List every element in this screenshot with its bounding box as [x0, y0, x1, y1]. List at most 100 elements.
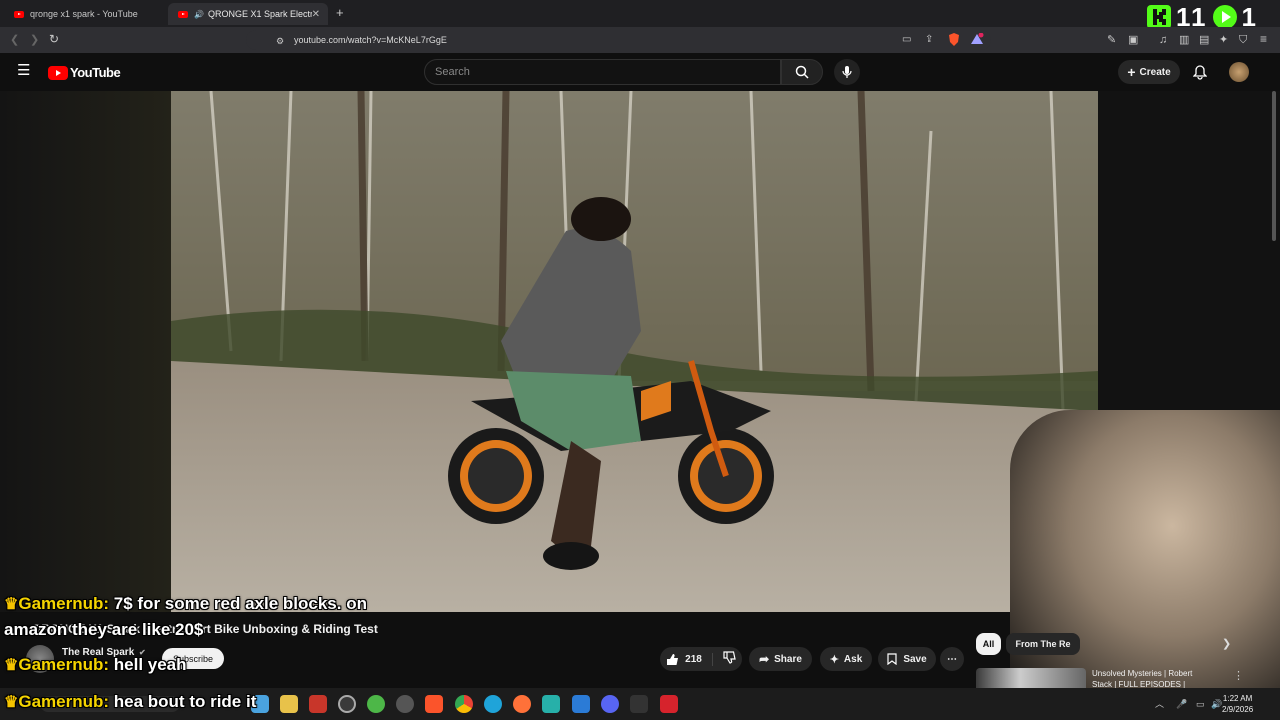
sidebar-icon[interactable]: ▥: [1179, 34, 1189, 46]
extensions-icon[interactable]: ✎: [1107, 34, 1116, 46]
chat-username: Gamernub:: [18, 655, 110, 674]
crown-icon: ♛: [4, 596, 19, 613]
brave-browser-icon[interactable]: [425, 695, 443, 713]
tab-title: QRONGE X1 Spark Electric Di: [207, 9, 312, 19]
search-placeholder: Search: [435, 66, 470, 78]
chat-message: ♛Gamernub: hea bout to ride it: [4, 692, 256, 712]
vpn-icon[interactable]: ⛉: [1239, 34, 1247, 46]
share-button[interactable]: ➦ Share: [749, 647, 812, 671]
like-dislike-group: 218: [660, 647, 742, 671]
media-icon[interactable]: ♫: [1159, 34, 1167, 46]
app-icon[interactable]: [630, 695, 648, 713]
browser-tab-2[interactable]: 🔊 QRONGE X1 Spark Electric Di ✕: [168, 3, 328, 25]
forward-icon[interactable]: ❯: [30, 34, 39, 46]
folder-icon[interactable]: [280, 695, 298, 713]
more-actions-button[interactable]: ⋯: [940, 647, 964, 671]
youtube-logo[interactable]: YouTube: [48, 65, 121, 80]
site-info-icon[interactable]: ⚙: [276, 35, 284, 47]
chat-message: ♛Gamernub: hell yeah: [4, 655, 187, 675]
chip-label: All: [982, 639, 995, 649]
like-button[interactable]: 218: [666, 652, 713, 666]
youtube-favicon-icon: [14, 10, 24, 18]
chip-from-channel[interactable]: From The Re: [1006, 633, 1080, 655]
sparkle-icon: ✦: [829, 653, 839, 666]
clock-app-icon[interactable]: [338, 695, 356, 713]
avatar[interactable]: [1229, 62, 1249, 82]
youtube-logo-text: YouTube: [70, 65, 121, 80]
voice-search-button[interactable]: [834, 59, 860, 85]
menu-icon[interactable]: ≡: [1260, 33, 1267, 45]
create-button[interactable]: + Create: [1118, 60, 1180, 84]
brave-shields-icon[interactable]: [948, 33, 960, 49]
ask-label: Ask: [843, 653, 863, 665]
chat-message: ♛Gamernub: 7$ for some red axle blocks. …: [4, 594, 367, 614]
share-page-icon[interactable]: ⇪: [925, 34, 933, 46]
plus-icon: +: [1127, 64, 1136, 80]
clock-time: 1:22 AM: [1222, 694, 1253, 703]
wallet-icon[interactable]: ▤: [1199, 34, 1209, 46]
screenshot-icon[interactable]: ▣: [1128, 34, 1138, 46]
video-frame: [171, 91, 1098, 612]
create-label: Create: [1139, 66, 1171, 78]
shield-app-icon[interactable]: [367, 695, 385, 713]
app-icon[interactable]: [542, 695, 560, 713]
display-icon[interactable]: ▭: [1196, 698, 1205, 710]
back-icon[interactable]: ❮: [10, 34, 19, 46]
browser-tab-1[interactable]: qronge x1 spark - YouTube: [4, 3, 164, 25]
vscode-icon[interactable]: [572, 695, 590, 713]
recommended-thumbnail[interactable]: [976, 668, 1086, 688]
brave-rewards-icon[interactable]: [970, 32, 984, 48]
tray-chevron-icon[interactable]: ︿: [1155, 698, 1164, 710]
url-text: youtube.com/watch?v=McKNeL7rGgE: [294, 35, 447, 45]
app-icon[interactable]: [396, 695, 414, 713]
calendar-app-icon[interactable]: [309, 695, 327, 713]
browser-toolbar: ❮ ❯ ↻ ⚙ youtube.com/watch?v=McKNeL7rGgE …: [0, 27, 1280, 53]
microphone-tray-icon[interactable]: 🎤: [1176, 698, 1187, 710]
save-button[interactable]: Save: [878, 647, 936, 671]
recommended-title[interactable]: Unsolved Mysteries | Robert Stack | FULL…: [1092, 668, 1222, 690]
close-tab-icon[interactable]: ✕: [312, 9, 320, 20]
address-bar[interactable]: ⚙ youtube.com/watch?v=McKNeL7rGgE: [246, 30, 991, 50]
reload-icon[interactable]: ↻: [49, 33, 59, 45]
chip-label: From The Re: [1015, 639, 1071, 649]
taskbar-clock[interactable]: 1:22 AM 2/9/2026: [1222, 693, 1253, 715]
share-icon: ➦: [759, 652, 770, 666]
youtube-favicon-icon: [178, 10, 188, 18]
chrome-icon[interactable]: [455, 695, 473, 713]
chip-all[interactable]: All: [976, 633, 1001, 655]
chat-text: amazon they are like 20$: [4, 620, 204, 639]
notifications-icon[interactable]: [1192, 65, 1208, 83]
cast-icon[interactable]: ▭: [902, 34, 911, 46]
clock-date: 2/9/2026: [1222, 705, 1254, 714]
search-button[interactable]: [781, 59, 823, 85]
microphone-icon: [842, 66, 852, 78]
crown-icon: ♛: [4, 657, 19, 674]
webcam-overlay: [1010, 410, 1280, 700]
discord-icon[interactable]: [601, 695, 619, 713]
leo-ai-icon[interactable]: ✦: [1219, 34, 1228, 46]
crown-icon: ♛: [4, 694, 19, 711]
left-margin: [0, 91, 171, 612]
hamburger-menu-icon[interactable]: ☰: [17, 63, 30, 78]
scrollbar-thumb[interactable]: [1272, 91, 1276, 241]
video-player[interactable]: [171, 91, 1098, 612]
search-icon: [795, 65, 809, 79]
new-tab-icon[interactable]: +: [336, 6, 344, 19]
firefox-icon[interactable]: [513, 695, 531, 713]
ask-button[interactable]: ✦ Ask: [820, 647, 872, 671]
recommended-title-line: Unsolved Mysteries | Robert: [1092, 669, 1193, 678]
chat-username: Gamernub:: [18, 594, 110, 613]
recommended-menu-icon[interactable]: ⋮: [1233, 670, 1244, 682]
youtube-logo-icon: [48, 65, 68, 80]
thumbs-up-icon: [667, 653, 679, 665]
app-icon[interactable]: [660, 695, 678, 713]
tab-title: qronge x1 spark - YouTube: [30, 9, 138, 19]
edge-icon[interactable]: [484, 695, 502, 713]
save-label: Save: [903, 653, 927, 665]
dislike-button[interactable]: [723, 651, 736, 667]
chat-text: hell yeah: [113, 655, 187, 674]
search-input[interactable]: Search: [424, 59, 781, 85]
volume-icon[interactable]: 🔊: [1211, 698, 1222, 710]
chips-next-icon[interactable]: ❯: [1222, 638, 1231, 650]
chat-message-continued: amazon they are like 20$: [4, 620, 203, 640]
